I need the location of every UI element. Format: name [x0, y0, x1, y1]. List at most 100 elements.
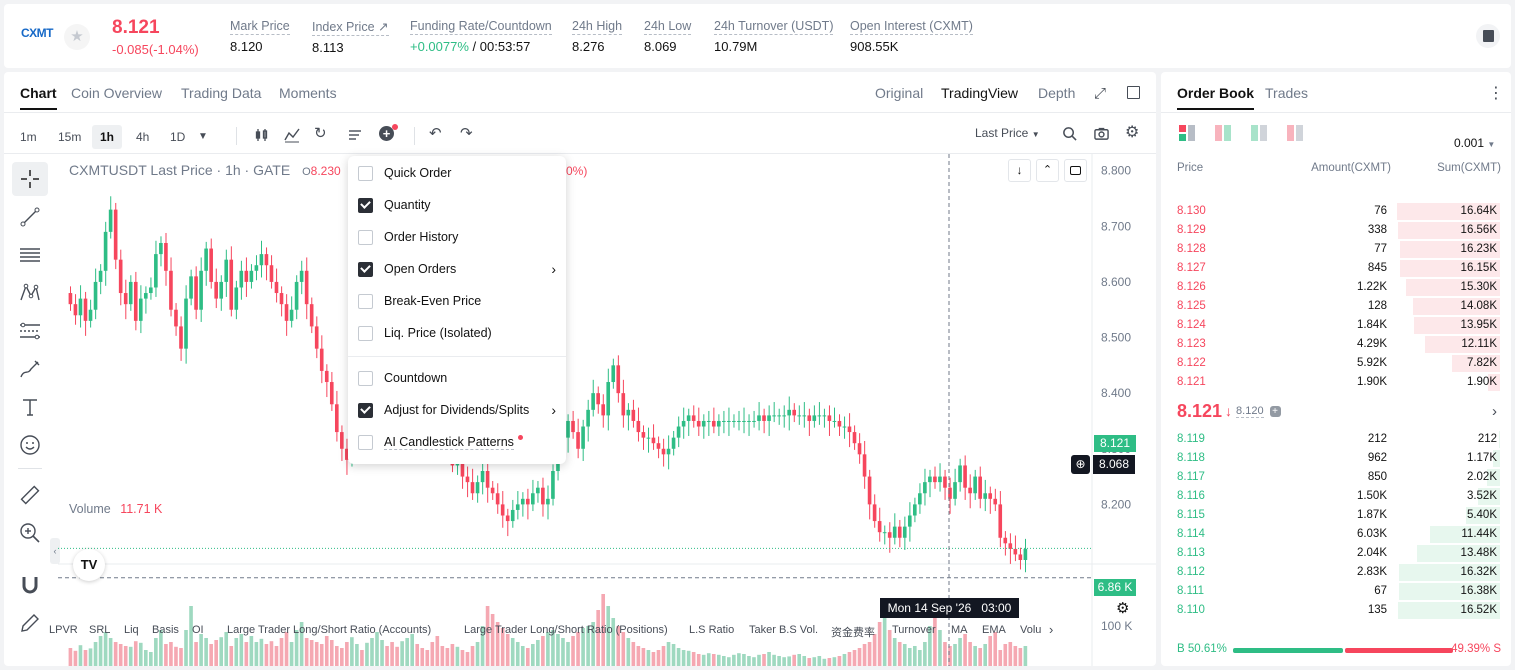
tradingview-logo-icon[interactable]: TV [73, 549, 105, 581]
indicator-chip[interactable]: Liq [124, 624, 139, 636]
menu-item-ai-candlestick[interactable]: AI Candlestick Patterns [358, 431, 556, 453]
gear-icon[interactable]: ⚙ [1125, 125, 1139, 141]
fib-tool-icon[interactable] [12, 314, 48, 348]
indicator-chip[interactable]: OI [192, 624, 204, 636]
chart-settings-gear-icon[interactable]: ⚙ [1116, 599, 1129, 617]
indicator-chip[interactable]: SRL [89, 624, 110, 636]
indicator-chip[interactable]: LPVR [49, 624, 78, 636]
indicator-chip[interactable]: EMA [982, 624, 1006, 636]
timeframe-15m[interactable]: 15m [50, 125, 89, 149]
ask-row[interactable]: 8.121 1.90K 1.90K [1161, 373, 1511, 392]
tab-trading-data[interactable]: Trading Data [181, 85, 261, 101]
view-depth[interactable]: Depth [1038, 85, 1075, 101]
checkbox-checked[interactable] [358, 402, 373, 418]
indicator-chip[interactable]: Large Trader Long/Short Ratio (Positions… [464, 624, 668, 636]
replay-icon[interactable]: ↻ [314, 126, 327, 142]
timeframe-1d[interactable]: 1D [162, 125, 193, 149]
checkbox[interactable] [358, 165, 373, 181]
indicator-chip[interactable]: Large Trader Long/Short Ratio (Accounts) [227, 624, 431, 636]
bid-row[interactable]: 8.118 962 1.17K [1161, 449, 1511, 468]
scroll-down-button[interactable]: ↓ [1008, 159, 1031, 182]
indicator-chip[interactable]: Turnover [892, 624, 936, 636]
view-tradingview[interactable]: TradingView [941, 85, 1018, 101]
indicator-chip[interactable]: Basis [152, 624, 179, 636]
chevron-right-icon[interactable]: › [1492, 403, 1497, 420]
bid-row[interactable]: 8.116 1.50K 3.52K [1161, 487, 1511, 506]
ask-row[interactable]: 8.122 5.92K 7.82K [1161, 354, 1511, 373]
indicator-chip[interactable]: Volu [1020, 624, 1041, 636]
favorite-star-icon[interactable]: ★ [64, 24, 90, 50]
price-type-select[interactable]: Last Price ▼ [975, 126, 1040, 140]
indicator-chip[interactable]: MA [951, 624, 968, 636]
bid-row[interactable]: 8.113 2.04K 13.48K [1161, 544, 1511, 563]
timeframe-4h[interactable]: 4h [128, 125, 157, 149]
fullscreen-chart-button[interactable] [1064, 159, 1087, 182]
menu-item-break-even-price[interactable]: Break-Even Price [358, 290, 556, 312]
stat-index-price[interactable]: Index Price ↗ 8.113 [312, 19, 389, 55]
checkbox[interactable] [358, 293, 373, 309]
add-order-at-price-icon[interactable]: ⊕ [1071, 455, 1090, 474]
menu-item-open-orders[interactable]: Open Orders › [358, 258, 556, 280]
checkbox[interactable] [358, 229, 373, 245]
bid-row[interactable]: 8.115 1.87K 5.40K [1161, 506, 1511, 525]
tab-order-book[interactable]: Order Book [1177, 85, 1255, 110]
horizontal-lines-tool-icon[interactable] [12, 238, 48, 272]
menu-item-adjust-dividends[interactable]: Adjust for Dividends/Splits › [358, 399, 556, 421]
camera-icon[interactable] [1094, 126, 1109, 145]
zoom-in-tool-icon[interactable] [12, 516, 48, 550]
ask-row[interactable]: 8.128 77 16.23K [1161, 240, 1511, 259]
checkbox-checked[interactable] [358, 261, 373, 277]
menu-item-order-history[interactable]: Order History [358, 226, 556, 248]
menu-item-quick-order[interactable]: Quick Order [358, 162, 556, 184]
timeframe-dropdown-icon[interactable]: ▼ [198, 129, 208, 145]
collapse-chart-button[interactable]: ⌃ [1036, 159, 1059, 182]
indicator-chip[interactable]: L.S Ratio [689, 624, 734, 636]
expand-icon[interactable]: ⤢ [1094, 85, 1106, 102]
bid-row[interactable]: 8.117 850 2.02K [1161, 468, 1511, 487]
menu-item-quantity[interactable]: Quantity [358, 194, 556, 216]
view-original[interactable]: Original [875, 85, 923, 101]
external-link-icon[interactable]: ↗ [378, 20, 388, 34]
mid-price-row[interactable]: 8.121 ↓ 8.120 + › [1177, 399, 1497, 423]
indicator-chip[interactable]: 资金费率 [831, 624, 875, 640]
ask-row[interactable]: 8.127 845 16.15K [1161, 259, 1511, 278]
timeframe-1h[interactable]: 1h [92, 125, 123, 149]
window-icon[interactable] [1127, 86, 1140, 99]
indicator-chip[interactable]: Taker B.S Vol. [749, 624, 818, 636]
ask-row[interactable]: 8.125 128 14.08K [1161, 297, 1511, 316]
tab-chart[interactable]: Chart [20, 85, 57, 110]
ask-row[interactable]: 8.126 1.22K 15.30K [1161, 278, 1511, 297]
bid-row[interactable]: 8.114 6.03K 11.44K [1161, 525, 1511, 544]
tab-coin-overview[interactable]: Coin Overview [71, 85, 162, 101]
checkbox[interactable] [358, 434, 373, 450]
indicator-scroll-right-icon[interactable]: › [1049, 622, 1053, 637]
crosshair-tool-icon[interactable] [12, 162, 48, 196]
price-chart[interactable]: 8.8008.7008.6008.5008.4008.3008.200200 K… [58, 154, 1156, 666]
add-plus-icon[interactable]: + [379, 124, 398, 141]
search-icon[interactable] [1062, 126, 1077, 145]
view-bids-icon[interactable] [1251, 125, 1267, 144]
undo-icon[interactable]: ↶ [429, 126, 442, 142]
redo-icon[interactable]: ↷ [460, 126, 473, 142]
bid-row[interactable]: 8.112 2.83K 16.32K [1161, 563, 1511, 582]
menu-item-countdown[interactable]: Countdown [358, 367, 556, 389]
ask-row[interactable]: 8.124 1.84K 13.95K [1161, 316, 1511, 335]
more-options-icon[interactable]: ⋮ [1488, 83, 1504, 103]
precision-select[interactable]: 0.001 ▼ [1454, 136, 1495, 150]
trend-line-tool-icon[interactable] [12, 200, 48, 234]
notebook-icon[interactable] [1476, 24, 1500, 48]
ask-row[interactable]: 8.123 4.29K 12.11K [1161, 335, 1511, 354]
ask-row[interactable]: 8.129 338 16.56K [1161, 221, 1511, 240]
checkbox[interactable] [358, 325, 373, 341]
emoji-tool-icon[interactable] [12, 428, 48, 462]
text-tool-icon[interactable] [12, 390, 48, 424]
ask-row[interactable]: 8.130 76 16.64K [1161, 202, 1511, 221]
bid-row[interactable]: 8.119 212 212 [1161, 430, 1511, 449]
candles-icon[interactable] [254, 127, 270, 147]
view-both-icon[interactable] [1179, 125, 1195, 144]
tab-trades[interactable]: Trades [1265, 85, 1308, 101]
checkbox-checked[interactable] [358, 197, 373, 213]
timeframe-1m[interactable]: 1m [12, 125, 45, 149]
ruler-tool-icon[interactable] [12, 478, 48, 512]
view-asks-icon[interactable] [1287, 125, 1303, 144]
